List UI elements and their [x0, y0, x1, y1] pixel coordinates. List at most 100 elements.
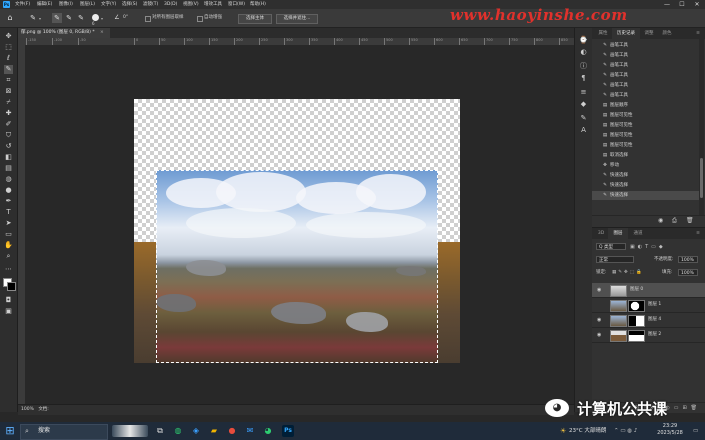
- close-document-icon[interactable]: ×: [100, 30, 104, 35]
- tab-history[interactable]: 历史记录: [612, 28, 640, 39]
- opacity-input[interactable]: 100%: [678, 256, 698, 263]
- clone-stamp-tool-icon[interactable]: ⛉: [4, 131, 13, 140]
- visibility-eye-icon[interactable]: ◉: [597, 317, 601, 323]
- history-item[interactable]: ▤ 图层顺序: [592, 101, 699, 110]
- eyedropper-tool-icon[interactable]: ⌿: [4, 98, 13, 107]
- frame-tool-icon[interactable]: ⊠: [4, 87, 13, 96]
- clock[interactable]: 23:29 2023/5/28: [650, 423, 690, 437]
- visibility-eye-icon[interactable]: ◉: [597, 287, 601, 293]
- history-item[interactable]: ▤ 图层可见性: [592, 121, 699, 130]
- more-tools-icon[interactable]: ⋯: [4, 265, 13, 274]
- document-tab[interactable]: 郁.png @ 100% (图层 0, RGB/8) * ×: [18, 28, 110, 38]
- history-item[interactable]: ▤ 图层可见性: [592, 131, 699, 140]
- tab-color[interactable]: 颜色: [658, 28, 676, 39]
- blur-tool-icon[interactable]: ◍: [4, 175, 13, 184]
- add-to-selection-icon[interactable]: ✎: [64, 13, 74, 23]
- blend-mode-select[interactable]: 正常: [596, 256, 634, 263]
- path-selection-tool-icon[interactable]: ➤: [4, 219, 13, 228]
- delete-state-icon[interactable]: 🗑: [686, 217, 694, 224]
- new-selection-icon[interactable]: ✎: [52, 13, 62, 23]
- menu-image[interactable]: 图像(I): [59, 0, 73, 9]
- tray-icons[interactable]: ⌃ ▭ ◍ ♪: [614, 422, 637, 440]
- brush-size-icon[interactable]: [92, 14, 99, 21]
- layer-row[interactable]: ◉ 图层 4: [592, 313, 705, 328]
- history-item-current[interactable]: ✎ 快速选择: [592, 191, 699, 200]
- layer-name[interactable]: 图层 4: [648, 313, 661, 327]
- healing-brush-tool-icon[interactable]: ✚: [4, 109, 13, 118]
- layer-name[interactable]: 图层 0: [630, 283, 643, 297]
- taskbar-search-box[interactable]: ⌕: [20, 424, 108, 440]
- home-icon[interactable]: ⌂: [5, 13, 15, 23]
- info-icon[interactable]: ⓘ: [579, 62, 588, 71]
- history-item[interactable]: ✎ 画笔工具: [592, 41, 699, 50]
- history-item[interactable]: ✎ 画笔工具: [592, 81, 699, 90]
- shapes-icon[interactable]: ◆: [579, 100, 588, 109]
- quick-select-tool-icon[interactable]: ✎: [4, 65, 13, 74]
- tab-3d[interactable]: 3D: [594, 228, 608, 239]
- minimize-button[interactable]: —: [660, 0, 674, 9]
- store-icon[interactable]: ◈: [190, 425, 202, 437]
- tab-properties[interactable]: 属性: [594, 28, 612, 39]
- layers-menu-icon[interactable]: ≡: [692, 228, 704, 239]
- subtract-from-selection-icon[interactable]: ✎: [76, 13, 86, 23]
- menu-help[interactable]: 帮助(H): [250, 0, 266, 9]
- menu-file[interactable]: 文件(F): [15, 0, 30, 9]
- wechat-app-icon[interactable]: ◕: [262, 425, 274, 437]
- menu-plugins[interactable]: 增效工具: [204, 0, 222, 9]
- task-view-icon[interactable]: ⧉: [154, 425, 166, 437]
- layer-name[interactable]: 图层 2: [648, 328, 661, 342]
- gradient-tool-icon[interactable]: ▤: [4, 164, 13, 173]
- menu-view[interactable]: 视图(V): [183, 0, 199, 9]
- screen-mode-icon[interactable]: ▣: [4, 307, 13, 316]
- tab-channels[interactable]: 通道: [628, 228, 648, 239]
- dodge-tool-icon[interactable]: ●: [4, 186, 13, 195]
- layer-row[interactable]: ◉ 图层 0: [592, 283, 705, 298]
- crop-tool-icon[interactable]: ⌗: [4, 76, 13, 85]
- quick-mask-icon[interactable]: ◘: [4, 296, 13, 305]
- camera-icon[interactable]: ⎙: [672, 217, 677, 225]
- eraser-tool-icon[interactable]: ◧: [4, 153, 13, 162]
- notification-icon[interactable]: ▭: [693, 422, 698, 440]
- history-scrollbar-thumb[interactable]: [700, 158, 703, 198]
- history-item[interactable]: ✥ 移动: [592, 161, 699, 170]
- menu-edit[interactable]: 编辑(E): [37, 0, 52, 9]
- layer-filter-select[interactable]: Q 类型: [596, 243, 626, 250]
- auto-enhance-checkbox[interactable]: [197, 16, 203, 22]
- character-icon[interactable]: A: [579, 126, 588, 135]
- zoom-level[interactable]: 100% 文档:: [21, 405, 49, 414]
- taskbar-widget-image[interactable]: [112, 425, 148, 437]
- close-window-button[interactable]: ✕: [690, 0, 704, 9]
- tab-layers[interactable]: 图层: [608, 228, 628, 239]
- windows-start-icon[interactable]: ⊞: [4, 425, 16, 437]
- tool-preset-chevron-icon[interactable]: ▾: [39, 16, 41, 21]
- zoom-tool-icon[interactable]: ⌕: [4, 252, 13, 261]
- history-item[interactable]: ▤ 图层可见性: [592, 141, 699, 150]
- brush-tool-icon[interactable]: ✐: [4, 120, 13, 129]
- new-snapshot-icon[interactable]: ◉: [658, 217, 663, 224]
- quick-select-tool-icon[interactable]: ✎: [28, 13, 38, 23]
- select-subject-button[interactable]: 选择主体: [238, 14, 272, 24]
- layer-row[interactable]: 图层 1: [592, 298, 705, 313]
- file-explorer-icon[interactable]: ▰: [208, 425, 220, 437]
- history-item[interactable]: ✎ 快速选择: [592, 171, 699, 180]
- tab-adjustments[interactable]: 调整: [640, 28, 658, 39]
- menu-type[interactable]: 文字(Y): [101, 0, 116, 9]
- lasso-tool-icon[interactable]: ℓ: [4, 54, 13, 63]
- history-panel-icon[interactable]: ⌚: [579, 36, 588, 45]
- maximize-button[interactable]: ☐: [675, 0, 689, 9]
- layer-row[interactable]: ◉ 图层 2: [592, 328, 705, 343]
- brush-chevron-icon[interactable]: ▾: [101, 16, 103, 21]
- photoshop-taskbar-icon[interactable]: Ps: [282, 425, 294, 437]
- menu-filter[interactable]: 滤镜(T): [143, 0, 158, 9]
- visibility-eye-icon[interactable]: ◉: [597, 332, 601, 338]
- mail-icon[interactable]: ✉: [244, 425, 256, 437]
- move-tool-icon[interactable]: ✥: [4, 32, 13, 41]
- hand-tool-icon[interactable]: ✋: [4, 241, 13, 250]
- angle-value[interactable]: 0°: [123, 14, 128, 22]
- history-brush-tool-icon[interactable]: ↺: [4, 142, 13, 151]
- marquee-tool-icon[interactable]: ⬚: [4, 43, 13, 52]
- history-item[interactable]: ✎ 快速选择: [592, 181, 699, 190]
- menu-window[interactable]: 窗口(W): [228, 0, 245, 9]
- adjustments-icon[interactable]: ◐: [579, 48, 588, 57]
- weather-icon[interactable]: ☀: [560, 422, 566, 440]
